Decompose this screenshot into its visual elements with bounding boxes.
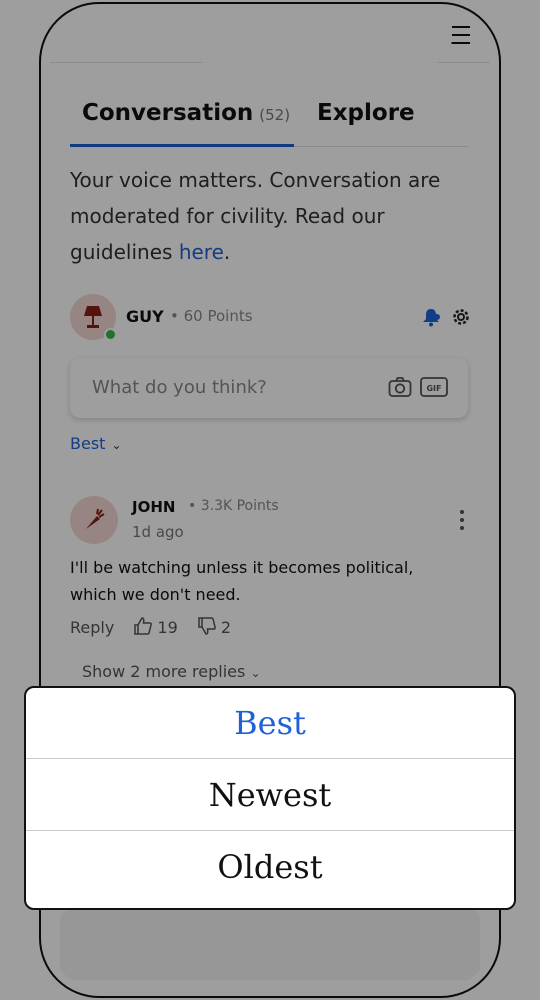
gif-icon[interactable]: GIF	[420, 376, 448, 398]
tab-explore[interactable]: Explore	[317, 100, 415, 126]
sort-option-best[interactable]: Best	[26, 688, 514, 759]
tab-bar: Conversation (52) Explore	[70, 88, 468, 147]
sort-action-sheet: Best Newest Oldest	[24, 686, 516, 910]
camera-icon[interactable]	[388, 376, 412, 398]
tab-conversation[interactable]: Conversation (52)	[82, 100, 290, 126]
active-tab-indicator	[70, 144, 294, 147]
tab-conversation-label: Conversation	[82, 100, 254, 126]
current-user-row: GUY • 60 Points	[70, 294, 470, 342]
more-options-icon[interactable]	[460, 510, 466, 534]
sort-selected-label: Best	[70, 434, 106, 453]
online-status-dot	[104, 328, 117, 341]
thumbs-down-icon	[198, 617, 216, 635]
sort-dropdown[interactable]: Best ⌄	[70, 434, 122, 453]
chevron-down-icon: ⌄	[250, 666, 261, 680]
like-count: 19	[157, 618, 178, 637]
avatar[interactable]	[70, 496, 118, 544]
phone-notch	[188, 12, 452, 66]
current-user-name: GUY	[126, 307, 164, 326]
sort-option-newest[interactable]: Newest	[26, 760, 514, 831]
like-button[interactable]: 19	[133, 616, 178, 637]
intro-text: Your voice matters. Conversation are mod…	[70, 168, 441, 264]
comment-timestamp: 1d ago	[132, 523, 184, 541]
sort-option-oldest[interactable]: Oldest	[26, 832, 514, 902]
next-comment-card	[60, 910, 480, 980]
reply-button[interactable]: Reply	[70, 618, 114, 637]
current-user-points: • 60 Points	[170, 307, 253, 325]
show-more-replies-button[interactable]: Show 2 more replies ⌄	[82, 662, 261, 681]
svg-text:GIF: GIF	[426, 384, 441, 393]
comment-author-points: • 3.3K Points	[188, 498, 279, 514]
conversation-count: (52)	[259, 106, 291, 124]
comment-author[interactable]: JOHN	[132, 498, 175, 516]
gear-icon[interactable]	[450, 306, 472, 328]
comment-text: I'll be watching unless it becomes polit…	[70, 558, 414, 604]
guidelines-link[interactable]: here	[179, 240, 224, 264]
thumbs-up-icon	[134, 617, 153, 635]
community-guidelines-notice: Your voice matters. Conversation are mod…	[70, 168, 441, 264]
dislike-button[interactable]: 2	[197, 616, 231, 637]
lamp-icon	[84, 306, 102, 328]
chevron-down-icon: ⌄	[111, 438, 122, 452]
notification-bell-icon[interactable]	[420, 306, 442, 328]
avatar[interactable]	[70, 294, 117, 341]
comment-actions: Reply 19 2	[70, 616, 245, 637]
carrot-icon	[86, 508, 105, 529]
comment-input[interactable]: What do you think? GIF	[70, 358, 468, 418]
dislike-count: 2	[220, 618, 232, 637]
comment-input-placeholder: What do you think?	[92, 377, 267, 398]
